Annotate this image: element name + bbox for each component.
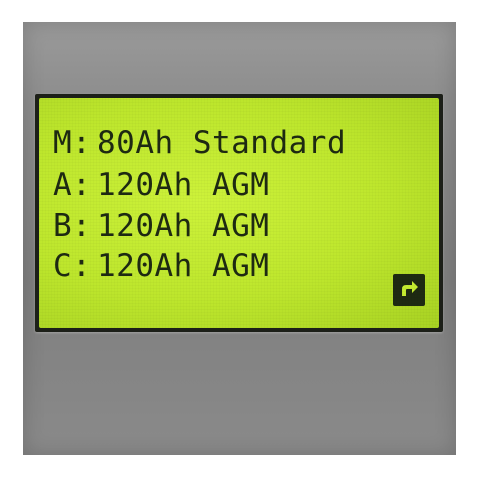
battery-row-c: C: 120Ah AGM [53, 249, 269, 283]
return-arrow-icon [402, 281, 418, 296]
slot-label: A: [53, 167, 92, 203]
battery-row-a: A: 120Ah AGM [53, 168, 269, 202]
battery-type: 120Ah AGM [97, 208, 270, 244]
battery-row-b: B: 120Ah AGM [53, 209, 269, 243]
slot-label: C: [53, 248, 92, 284]
next-button[interactable] [393, 274, 425, 306]
lcd-bezel: M: 80Ah Standard A: 120Ah AGM B: 120Ah AGM … [35, 94, 443, 332]
battery-row-m: M: 80Ah Standard [53, 126, 346, 160]
slot-label: B: [53, 208, 92, 244]
charger-panel: M: 80Ah Standard A: 120Ah AGM B: 120Ah AGM … [23, 22, 456, 455]
battery-type: 120Ah AGM [97, 167, 270, 203]
battery-type: 120Ah AGM [97, 248, 270, 284]
battery-type: 80Ah Standard [97, 125, 347, 161]
slot-label: M: [53, 125, 92, 161]
lcd-screen: M: 80Ah Standard A: 120Ah AGM B: 120Ah AGM … [39, 98, 439, 328]
